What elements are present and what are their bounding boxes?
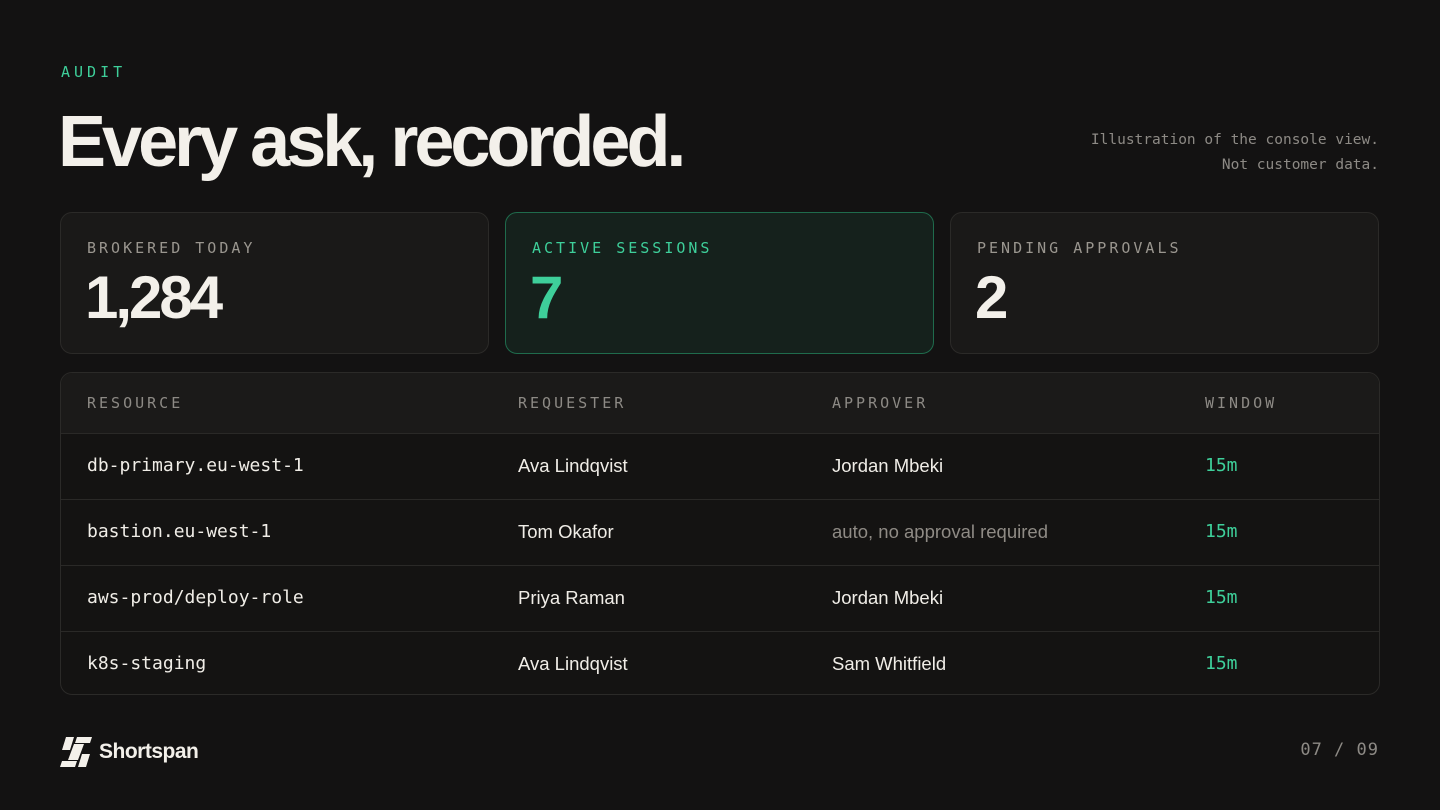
disclaimer-note: Illustration of the console view. Not cu… — [1091, 128, 1379, 178]
section-eyebrow: AUDIT — [61, 63, 127, 81]
stat-label: PENDING APPROVALS — [977, 239, 1182, 257]
table-row: db-primary.eu-west-1 Ava Lindqvist Jorda… — [61, 433, 1379, 499]
column-header-window: WINDOW — [1205, 394, 1278, 412]
table-header: RESOURCE REQUESTER APPROVER WINDOW — [61, 373, 1379, 433]
stat-value: 2 — [975, 264, 1008, 331]
stat-value: 7 — [530, 264, 563, 331]
window-cell: 15m — [1205, 521, 1238, 542]
table-row: aws-prod/deploy-role Priya Raman Jordan … — [61, 565, 1379, 631]
brand-name: Shortspan — [99, 740, 199, 763]
stat-card-brokered-today: BROKERED TODAY 1,284 — [60, 212, 489, 354]
requester-cell: Priya Raman — [518, 587, 625, 608]
approver-cell: Sam Whitfield — [832, 653, 947, 674]
requester-cell: Ava Lindqvist — [518, 455, 628, 476]
column-header-requester: REQUESTER — [518, 394, 627, 412]
requester-cell: Tom Okafor — [518, 521, 614, 542]
resource-cell: aws-prod/deploy-role — [87, 587, 304, 608]
stat-card-pending-approvals: PENDING APPROVALS 2 — [950, 212, 1379, 354]
audit-table: RESOURCE REQUESTER APPROVER WINDOW db-pr… — [60, 372, 1380, 695]
column-header-approver: APPROVER — [832, 394, 929, 412]
resource-cell: bastion.eu-west-1 — [87, 521, 272, 542]
stat-value: 1,284 — [85, 264, 223, 331]
resource-cell: db-primary.eu-west-1 — [87, 455, 304, 476]
approver-cell: auto, no approval required — [832, 521, 1048, 542]
disclaimer-line-1: Illustration of the console view. — [1090, 132, 1379, 148]
requester-cell: Ava Lindqvist — [518, 653, 628, 674]
stat-label: BROKERED TODAY — [87, 239, 256, 257]
approver-cell: Jordan Mbeki — [832, 455, 944, 476]
page-title: Every ask, recorded. — [58, 102, 686, 182]
window-cell: 15m — [1205, 455, 1238, 476]
window-cell: 15m — [1205, 653, 1238, 674]
table-row: k8s-staging Ava Lindqvist Sam Whitfield … — [61, 631, 1379, 694]
disclaimer-line-2: Not customer data. — [1221, 157, 1379, 173]
window-cell: 15m — [1205, 587, 1238, 608]
stat-card-active-sessions: ACTIVE SESSIONS 7 — [505, 212, 934, 354]
resource-cell: k8s-staging — [87, 653, 207, 674]
stat-label: ACTIVE SESSIONS — [532, 239, 713, 257]
stats-row: BROKERED TODAY 1,284 ACTIVE SESSIONS 7 P… — [60, 212, 1380, 354]
approver-cell: Jordan Mbeki — [832, 587, 944, 608]
shortspan-logo-icon — [60, 737, 92, 767]
column-header-resource: RESOURCE — [87, 394, 184, 412]
table-row: bastion.eu-west-1 Tom Okafor auto, no ap… — [61, 499, 1379, 565]
page-indicator: 07 / 09 — [1300, 740, 1379, 760]
brand: Shortspan — [60, 736, 199, 768]
